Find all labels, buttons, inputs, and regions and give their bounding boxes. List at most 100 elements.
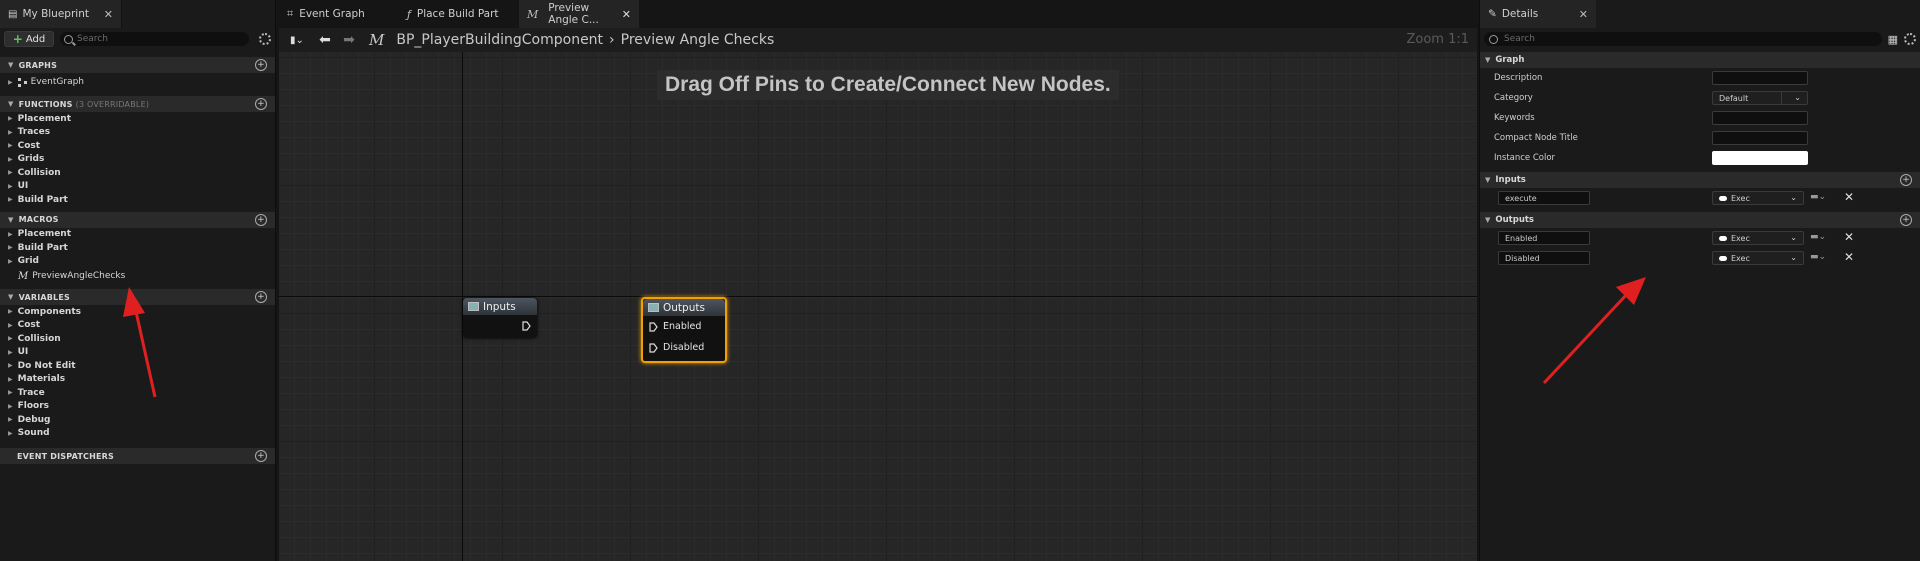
close-icon[interactable]: ✕	[1579, 8, 1588, 21]
details-section-graph[interactable]: ▼ Graph	[1480, 52, 1920, 68]
details-toolbar: Search ▦	[1480, 28, 1920, 50]
container-type-dropdown[interactable]: ▬⌄	[1810, 232, 1826, 242]
breadcrumb-root[interactable]: BP_PlayerBuildingComponent	[396, 32, 603, 48]
add-button[interactable]: + Add	[4, 31, 54, 47]
input-pin-name-field[interactable]: execute	[1498, 191, 1590, 205]
function-category-collision[interactable]: ▶ Collision	[0, 166, 275, 180]
zoom-level: Zoom 1:1	[1406, 32, 1469, 47]
add-output-icon[interactable]: +	[1900, 214, 1912, 226]
breadcrumb-leaf[interactable]: Preview Angle Checks	[621, 32, 775, 48]
description-field[interactable]	[1712, 71, 1808, 85]
details-search-input[interactable]: Search	[1484, 32, 1882, 46]
gear-icon[interactable]	[1904, 33, 1916, 45]
pin-type-select[interactable]: Exec ⌄	[1712, 191, 1804, 205]
function-category-ui[interactable]: ▶ UI	[0, 180, 275, 194]
function-category-label: Build Part	[17, 194, 68, 205]
collapse-triangle-icon: ▼	[1485, 176, 1491, 184]
function-category-label: Placement	[17, 113, 72, 124]
chevron-down-icon[interactable]: ⌄	[1794, 93, 1801, 102]
add-dispatcher-icon[interactable]: +	[255, 450, 267, 462]
section-functions[interactable]: ▼ FUNCTIONS (3 OVERRIDABLE) +	[0, 96, 275, 112]
exec-pin-enabled[interactable]: Enabled	[643, 316, 725, 337]
remove-pin-icon[interactable]: ✕	[1844, 230, 1854, 244]
function-category-cost[interactable]: ▶ Cost	[0, 139, 275, 153]
add-function-icon[interactable]: +	[255, 98, 267, 110]
annotation-arrow-right	[1542, 277, 1646, 385]
keywords-field[interactable]	[1712, 111, 1808, 125]
tab-label: Place Build Part	[416, 8, 499, 20]
node-header: Outputs	[643, 299, 725, 316]
expand-triangle-icon: ▶	[8, 169, 13, 177]
graph-item-eventgraph[interactable]: ▶ EventGraph	[0, 73, 275, 91]
function-category-build-part[interactable]: ▶ Build Part	[0, 193, 275, 207]
section-graphs[interactable]: ▼ GRAPHS +	[0, 57, 275, 73]
add-macro-icon[interactable]: +	[255, 213, 267, 226]
variable-category-label: Trace	[17, 387, 45, 398]
variable-category-label: Sound	[17, 428, 50, 439]
remove-pin-icon[interactable]: ✕	[1844, 250, 1854, 264]
add-graph-icon[interactable]: +	[255, 59, 267, 71]
graph-toolbar: ▮⌄ ⬅ ➡ M BP_PlayerBuildingComponent › Pr…	[279, 28, 1477, 52]
close-icon[interactable]: ✕	[104, 8, 113, 21]
output-pin-name-field[interactable]: Disabled	[1498, 251, 1590, 265]
arrow-left-icon: ⬅	[319, 32, 331, 48]
function-category-label: Traces	[17, 127, 51, 138]
remove-pin-icon[interactable]: ✕	[1844, 190, 1854, 204]
exec-out-pin[interactable]	[463, 315, 537, 336]
details-tab[interactable]: ✎ Details ✕	[1480, 0, 1596, 28]
section-event-dispatchers[interactable]: EVENT DISPATCHERS +	[0, 448, 275, 464]
search-placeholder: Search	[1504, 34, 1535, 44]
graph-canvas[interactable]: Drag Off Pins to Create/Connect New Node…	[279, 52, 1477, 561]
macro-category-build-part[interactable]: ▶ Build Part	[0, 241, 275, 255]
macro-item-previewanglechecks[interactable]: M PreviewAngleChecks	[0, 268, 275, 284]
variable-category-label: UI	[17, 347, 29, 358]
macro-category-grid[interactable]: ▶ Grid	[0, 255, 275, 269]
compact-node-title-field[interactable]	[1712, 131, 1808, 145]
pin-type-select[interactable]: Exec ⌄	[1712, 231, 1804, 245]
macro-category-placement[interactable]: ▶ Placement	[0, 228, 275, 242]
container-type-dropdown[interactable]: ▬⌄	[1810, 192, 1826, 202]
my-blueprint-search-input[interactable]: Search	[60, 32, 249, 46]
table-view-icon[interactable]: ▦	[1888, 33, 1898, 46]
prop-label: Instance Color	[1494, 153, 1556, 163]
collapse-triangle-icon: ▼	[8, 293, 14, 301]
my-blueprint-panel: ▤ My Blueprint ✕ + Add Search ▼ GRAPHS + ▶ E…	[0, 0, 276, 561]
section-macros[interactable]: ▼ MACROS +	[0, 211, 275, 228]
bookmark-dropdown-button[interactable]: ▮⌄	[283, 31, 311, 49]
exec-pin-disabled[interactable]: Disabled	[643, 337, 725, 358]
forward-button[interactable]: ➡	[339, 31, 359, 49]
container-type-dropdown[interactable]: ▬⌄	[1810, 252, 1826, 262]
tab-event-graph[interactable]: ⌗ Event Graph	[279, 0, 399, 28]
section-functions-label: FUNCTIONS	[18, 99, 73, 109]
close-icon[interactable]: ✕	[622, 8, 631, 21]
tab-place-build-part[interactable]: ƒ Place Build Part	[399, 0, 519, 28]
chevron-down-icon: ⌄	[1790, 193, 1797, 202]
details-section-inputs[interactable]: ▼ Inputs +	[1480, 172, 1920, 188]
category-combo[interactable]: Default ⌄	[1712, 91, 1808, 105]
variable-category-floors[interactable]: ▶ Floors	[0, 400, 275, 414]
details-section-outputs[interactable]: ▼ Outputs +	[1480, 212, 1920, 228]
inputs-node[interactable]: Inputs	[463, 298, 537, 338]
search-icon	[1489, 34, 1498, 44]
variable-category-debug[interactable]: ▶ Debug	[0, 413, 275, 427]
prop-label: Category	[1494, 93, 1533, 103]
function-category-grids[interactable]: ▶ Grids	[0, 153, 275, 167]
graph-hint-banner: Drag Off Pins to Create/Connect New Node…	[657, 70, 1119, 100]
my-blueprint-tab[interactable]: ▤ My Blueprint ✕	[0, 0, 122, 28]
add-input-icon[interactable]: +	[1900, 174, 1912, 186]
back-button[interactable]: ⬅	[315, 31, 335, 49]
instance-color-swatch[interactable]	[1712, 151, 1808, 165]
add-variable-icon[interactable]: +	[255, 291, 267, 303]
function-category-traces[interactable]: ▶ Traces	[0, 126, 275, 140]
prop-label: Compact Node Title	[1494, 133, 1578, 143]
function-category-placement[interactable]: ▶ Placement	[0, 112, 275, 126]
pin-type-select[interactable]: Exec ⌄	[1712, 251, 1804, 265]
origin-axis-x	[279, 296, 1477, 297]
tab-preview-angle-checks[interactable]: M Preview Angle C... ✕	[519, 0, 639, 28]
exec-pin-icon	[649, 321, 658, 332]
variable-category-label: Do Not Edit	[17, 360, 76, 371]
gear-icon[interactable]	[259, 33, 271, 45]
output-pin-name-field[interactable]: Enabled	[1498, 231, 1590, 245]
variable-category-sound[interactable]: ▶ Sound	[0, 427, 275, 441]
outputs-node[interactable]: Outputs Enabled Disabled	[641, 297, 727, 363]
